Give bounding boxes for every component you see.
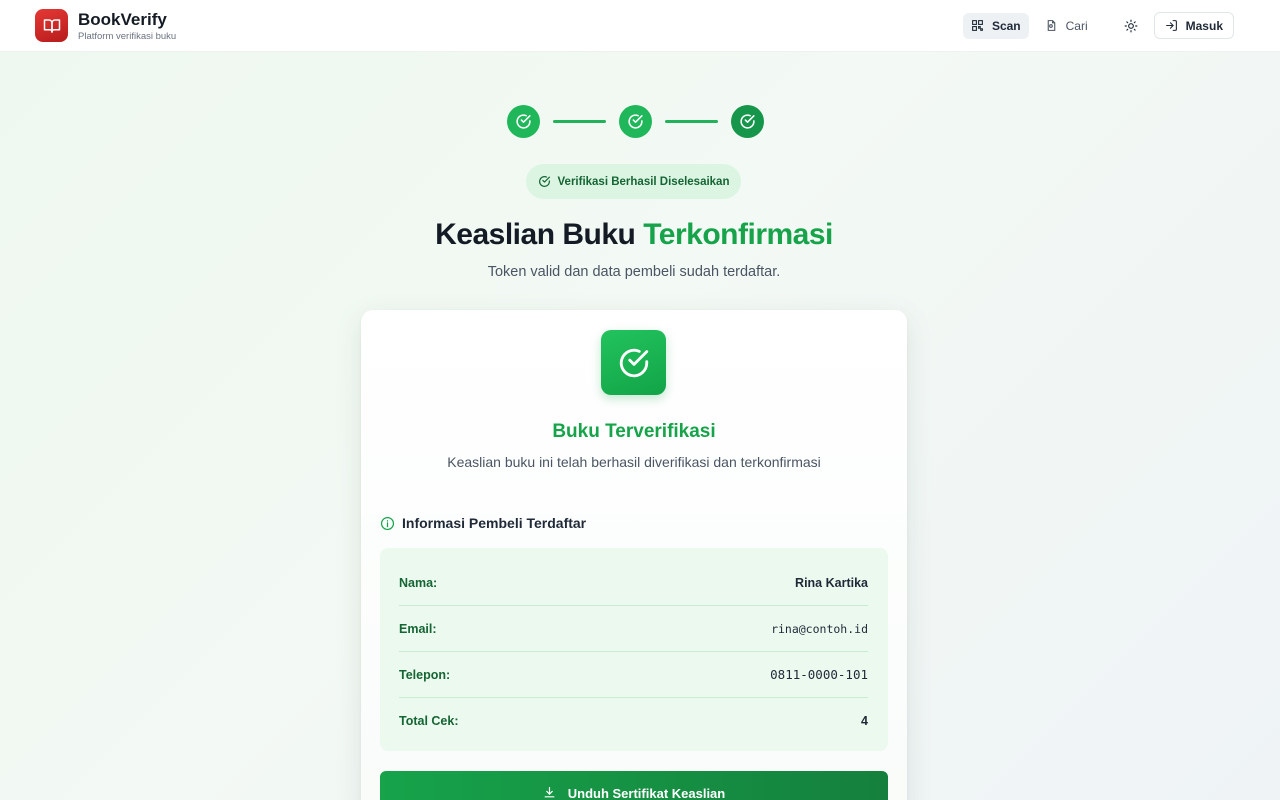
check-circle-icon bbox=[740, 114, 755, 129]
info-icon bbox=[380, 516, 395, 530]
info-row-name: Nama: Rina Kartika bbox=[399, 560, 868, 606]
download-certificate-label: Unduh Sertifikat Keaslian bbox=[567, 786, 726, 800]
step-connector bbox=[665, 120, 718, 123]
info-label: Email: bbox=[399, 621, 437, 636]
status-badge-label: Verifikasi Berhasil Diselesaikan bbox=[557, 175, 730, 188]
login-label: Masuk bbox=[1185, 18, 1223, 33]
search-button[interactable]: Cari bbox=[1037, 13, 1096, 39]
buyer-phone-value: 0811-0000-101 bbox=[770, 667, 868, 682]
page-title-accent: Terkonfirmasi bbox=[643, 218, 833, 251]
check-circle-icon bbox=[619, 348, 648, 377]
status-badge: Verifikasi Berhasil Diselesaikan bbox=[526, 164, 741, 199]
theme-toggle-button[interactable] bbox=[1116, 13, 1146, 39]
page-subtitle: Token valid dan data pembeli sudah terda… bbox=[487, 264, 781, 280]
info-row-phone: Telepon: 0811-0000-101 bbox=[399, 652, 868, 698]
step-2-complete bbox=[619, 105, 652, 138]
document-search-icon bbox=[1045, 19, 1058, 32]
info-row-email: Email: rina@contoh.id bbox=[399, 606, 868, 652]
download-certificate-button[interactable]: Unduh Sertifikat Keaslian bbox=[380, 771, 888, 800]
check-circle-icon bbox=[538, 176, 550, 187]
scan-button[interactable]: Scan bbox=[962, 12, 1029, 39]
download-icon bbox=[543, 786, 556, 800]
card-description: Keaslian buku ini telah berhasil diverif… bbox=[447, 454, 821, 470]
login-button[interactable]: Masuk bbox=[1153, 12, 1234, 39]
sun-icon bbox=[1124, 19, 1138, 33]
check-circle-icon bbox=[516, 114, 531, 129]
qr-code-icon bbox=[971, 19, 984, 32]
login-icon bbox=[1165, 19, 1178, 32]
total-checks-value: 4 bbox=[861, 714, 868, 728]
buyer-name-value: Rina Kartika bbox=[795, 575, 868, 590]
buyer-info-title: Informasi Pembeli Terdaftar bbox=[402, 515, 587, 531]
verification-stepper bbox=[507, 105, 764, 138]
buyer-info-heading: Informasi Pembeli Terdaftar bbox=[380, 515, 586, 531]
info-row-total-checks: Total Cek: 4 bbox=[399, 698, 868, 744]
scan-label: Scan bbox=[991, 18, 1021, 33]
app-name: BookVerify bbox=[78, 9, 167, 29]
info-label: Telepon: bbox=[399, 667, 451, 682]
step-3-complete bbox=[731, 105, 764, 138]
step-connector bbox=[553, 120, 606, 123]
buyer-email-value: rina@contoh.id bbox=[771, 621, 868, 636]
card-title: Buku Terverifikasi bbox=[552, 421, 716, 442]
book-open-icon bbox=[35, 9, 68, 42]
buyer-info-list: Nama: Rina Kartika Email: rina@contoh.id… bbox=[380, 548, 888, 751]
main-nav: Scan Cari Masuk bbox=[962, 12, 1234, 39]
check-circle-icon bbox=[628, 114, 643, 129]
info-label: Total Cek: bbox=[399, 714, 459, 728]
brand[interactable]: BookVerify Platform verifikasi buku bbox=[35, 9, 176, 42]
page-title: Keaslian Buku Terkonfirmasi bbox=[0, 218, 1268, 252]
search-label: Cari bbox=[1065, 18, 1088, 33]
top-bar: BookVerify Platform verifikasi buku Scan… bbox=[0, 0, 1280, 52]
info-label: Nama: bbox=[399, 575, 438, 590]
page-title-main: Keaslian Buku bbox=[435, 218, 636, 251]
app-tagline: Platform verifikasi buku bbox=[78, 30, 177, 42]
verified-badge-icon bbox=[601, 330, 666, 395]
step-1-complete bbox=[507, 105, 540, 138]
verification-result-card: Buku Terverifikasi Keaslian buku ini tel… bbox=[361, 310, 907, 800]
